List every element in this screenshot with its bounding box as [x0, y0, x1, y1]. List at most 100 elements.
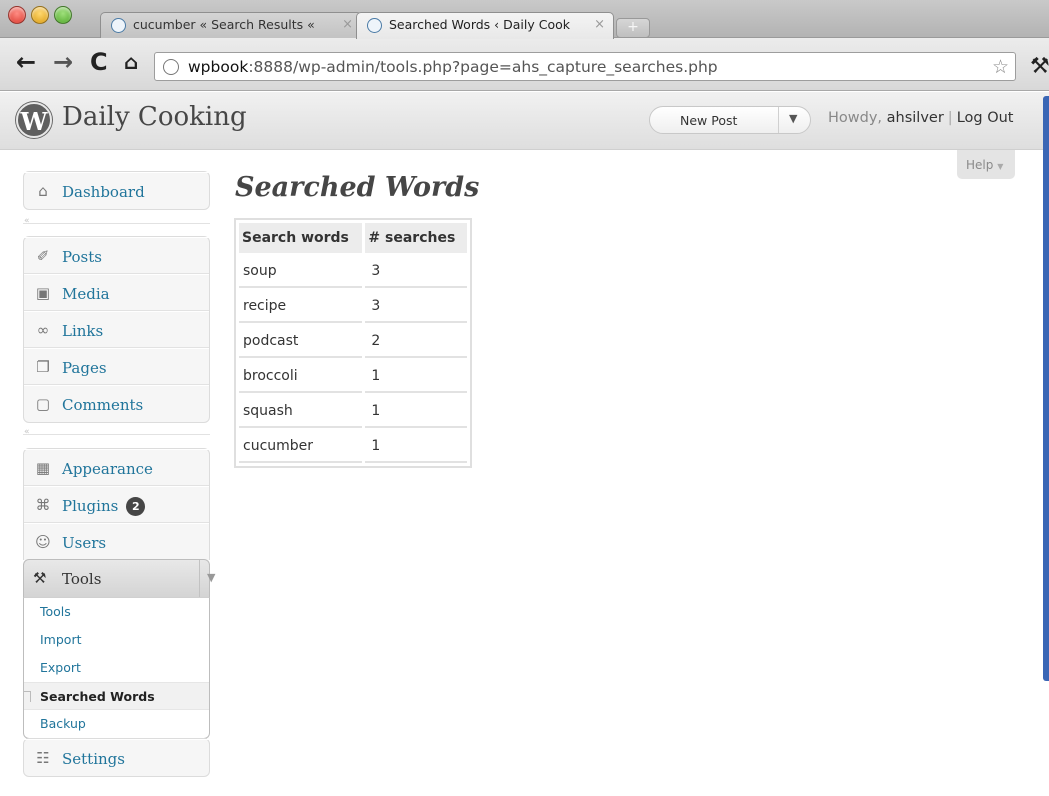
address-bar[interactable]: wpbook:8888/wp-admin/tools.php?page=ahs_… [154, 52, 1016, 81]
menu-item-pages[interactable]: ❐ Pages [24, 348, 209, 385]
collapse-menu-icon[interactable]: « [24, 216, 30, 226]
search-word-cell: soup [239, 256, 363, 288]
menu-group-content: ✐ Posts ▣ Media ∞ Links ❐ Pages ▢ Commen… [23, 236, 210, 423]
page-title: Searched Words [235, 172, 480, 203]
posts-pin-icon: ✐ [36, 247, 50, 265]
chevron-down-icon[interactable]: ▼ [789, 112, 797, 125]
search-count-cell: 1 [365, 396, 467, 428]
menu-group-dashboard: ⌂ Dashboard [23, 171, 210, 210]
menu-item-label: Pages [62, 359, 107, 377]
menu-item-label: Appearance [62, 460, 153, 478]
back-arrow-icon[interactable]: ← [16, 50, 36, 74]
wrench-icon[interactable]: ⚒ [1030, 54, 1049, 79]
menu-item-plugins[interactable]: ⌘ Plugins 2 [24, 486, 209, 523]
menu-item-label: Comments [62, 396, 144, 414]
browser-tab-searched-words[interactable]: Searched Words ‹ Daily Cook × [356, 12, 614, 39]
submenu-item-searched-words[interactable]: Searched Words [24, 682, 209, 710]
menu-separator [23, 223, 210, 224]
column-header-searches: # searches [365, 223, 467, 253]
window-close-button[interactable] [8, 6, 26, 24]
table-row: soup 3 [239, 256, 467, 288]
media-icon: ▣ [35, 284, 51, 302]
logout-link[interactable]: Log Out [957, 110, 1014, 126]
tab-title: cucumber « Search Results « [133, 17, 315, 32]
new-post-link[interactable]: New Post [680, 113, 737, 128]
submenu-item-export[interactable]: Export [24, 654, 209, 682]
menu-item-dashboard[interactable]: ⌂ Dashboard [24, 172, 209, 209]
menu-item-label: Dashboard [62, 183, 145, 201]
window-zoom-button[interactable] [54, 6, 72, 24]
menu-item-label: Plugins [62, 497, 119, 515]
menu-item-posts[interactable]: ✐ Posts [24, 237, 209, 274]
searched-words-table: Search words # searches soup 3 recipe 3 … [234, 218, 472, 468]
search-word-cell: cucumber [239, 431, 363, 463]
tools-submenu: Tools Import Export Searched Words Backu… [23, 597, 210, 739]
forward-arrow-icon[interactable]: → [53, 50, 73, 74]
table-header-row: Search words # searches [239, 223, 467, 253]
menu-item-users[interactable]: ☺ Users [24, 523, 209, 560]
menu-item-comments[interactable]: ▢ Comments [24, 385, 209, 422]
menu-item-label: Users [62, 534, 107, 552]
chevron-down-icon[interactable]: ▼ [207, 571, 215, 584]
search-count-cell: 3 [365, 291, 467, 323]
submenu-item-tools[interactable]: Tools [24, 598, 209, 626]
search-word-cell: squash [239, 396, 363, 428]
pages-icon: ❐ [36, 358, 50, 376]
collapse-menu-icon[interactable]: « [24, 427, 30, 437]
browser-tab-bar: cucumber « Search Results « × Searched W… [0, 0, 1049, 39]
star-icon[interactable]: ☆ [992, 56, 1009, 78]
menu-item-settings[interactable]: ☷ Settings [24, 739, 209, 776]
dashboard-icon: ⌂ [38, 182, 48, 200]
search-count-cell: 1 [365, 431, 467, 463]
menu-item-links[interactable]: ∞ Links [24, 311, 209, 348]
menu-group-appearance: ▦ Appearance ⌘ Plugins 2 ☺ Users [23, 448, 210, 560]
submenu-item-backup[interactable]: Backup [24, 710, 209, 738]
table-row: cucumber 1 [239, 431, 467, 463]
submenu-item-import[interactable]: Import [24, 626, 209, 654]
site-name[interactable]: Daily Cooking [62, 102, 247, 132]
users-icon: ☺ [35, 533, 51, 551]
column-header-search-words: Search words [239, 223, 363, 253]
help-tab[interactable]: Help ▼ [957, 150, 1015, 179]
chevron-down-icon: ▼ [997, 162, 1004, 171]
search-word-cell: broccoli [239, 361, 363, 393]
tab-title: Searched Words ‹ Daily Cook [389, 17, 570, 32]
links-icon: ∞ [36, 321, 50, 339]
table-row: squash 1 [239, 396, 467, 428]
menu-item-media[interactable]: ▣ Media [24, 274, 209, 311]
menu-item-label: Settings [62, 750, 125, 768]
browser-toolbar: ← → C ⌂ wpbook:8888/wp-admin/tools.php?p… [0, 38, 1049, 91]
table-row: recipe 3 [239, 291, 467, 323]
user-info: Howdy, ahsilver | Log Out [828, 110, 1013, 126]
username-link[interactable]: ahsilver [887, 110, 944, 126]
new-tab-button[interactable]: + [616, 18, 650, 38]
wordpress-logo-icon: W [16, 102, 52, 138]
menu-item-label: Tools [62, 570, 102, 588]
window-edge [1043, 96, 1049, 681]
url-host: wpbook [188, 58, 249, 76]
reload-icon[interactable]: C [90, 50, 108, 74]
settings-icon: ☷ [36, 749, 50, 767]
url-path: :8888/wp-admin/tools.php?page=ahs_captur… [248, 58, 718, 76]
menu-item-label: Links [62, 322, 104, 340]
menu-item-appearance[interactable]: ▦ Appearance [24, 449, 209, 486]
user-info-separator: | [947, 110, 953, 126]
window-minimize-button[interactable] [31, 6, 49, 24]
close-tab-icon[interactable]: × [342, 17, 353, 32]
menu-separator [23, 434, 210, 435]
tools-icon: ⚒ [33, 569, 47, 587]
menu-item-label: Posts [62, 248, 102, 266]
globe-icon [163, 59, 179, 75]
favorite-actions-dropdown[interactable]: New Post ▼ [649, 106, 811, 134]
menu-item-tools[interactable]: ⚒ Tools ▼ [23, 559, 215, 598]
menu-item-label: Media [62, 285, 110, 303]
browser-tab-search-results[interactable]: cucumber « Search Results « × [100, 12, 362, 39]
globe-icon [367, 18, 382, 33]
appearance-icon: ▦ [35, 459, 51, 477]
submenu-toggle-divider [199, 560, 200, 598]
url-text: wpbook:8888/wp-admin/tools.php?page=ahs_… [188, 58, 718, 76]
plugin-update-count-badge: 2 [126, 497, 146, 516]
howdy-text: Howdy, [828, 110, 883, 126]
home-icon[interactable]: ⌂ [124, 50, 138, 74]
close-tab-icon[interactable]: × [594, 17, 605, 32]
